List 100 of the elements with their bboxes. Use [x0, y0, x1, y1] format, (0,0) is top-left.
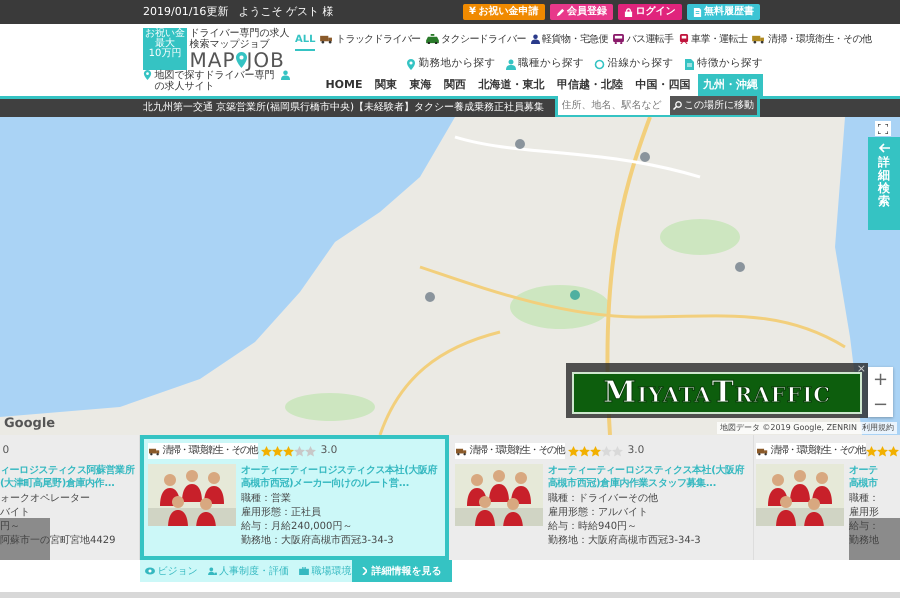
job-detail: 職種： — [849, 492, 879, 506]
star-icon — [590, 446, 601, 456]
search-link[interactable]: 特徴から探す — [684, 54, 763, 74]
star-icon — [304, 446, 316, 456]
job-detail: 給与： — [849, 520, 879, 534]
search-icon — [672, 101, 682, 110]
search-link[interactable]: 沿線から探す — [594, 54, 674, 74]
job-detail: ォークオペレーター — [0, 492, 91, 506]
badge-text: 最大 — [155, 39, 175, 49]
region-tab[interactable]: 甲信越・北陸 — [552, 74, 628, 96]
job-detail: 雇用形 — [849, 506, 879, 520]
badge-text: 10万円 — [148, 49, 182, 59]
star-icon — [294, 446, 305, 456]
chevron-icon — [362, 567, 366, 575]
star-icon — [260, 446, 272, 456]
logo-subtitle: 地図で探すドライバー専門の求人サイト — [154, 70, 274, 92]
rating-value: 3.0 — [320, 443, 338, 458]
job-detail: 勤務地：大阪府高槻市西冠3-34-3 — [548, 534, 702, 548]
category-link[interactable]: 車掌・運転士 — [678, 32, 748, 50]
star-icon — [272, 446, 283, 456]
person-icon — [530, 34, 540, 44]
ad-banner[interactable]: MiyataTraffic — [572, 372, 862, 414]
job-detail: 勤務地 — [849, 534, 879, 548]
job-detail: 勤務地：大阪府高槻市西冠3-34-3 — [241, 534, 395, 548]
category-link[interactable]: トラックドライバー — [320, 32, 421, 50]
person-icon — [281, 70, 290, 80]
zoom-in-button[interactable]: + — [868, 367, 893, 392]
car-icon — [426, 34, 439, 44]
star-icon — [600, 446, 612, 456]
loop-icon — [594, 58, 605, 70]
category-link[interactable]: バス運転手 — [613, 32, 674, 50]
logo-tagline: ドライバー専門の求人検索マップジョブ — [190, 28, 290, 50]
truck-icon — [757, 446, 768, 456]
search-link[interactable]: 職種から探す — [506, 54, 584, 74]
pin-icon — [236, 52, 246, 68]
category-link[interactable]: タクシードライバー — [426, 32, 526, 50]
login-button[interactable]: ログイン — [618, 4, 682, 20]
region-tab[interactable]: 中国・四国 — [630, 74, 696, 96]
register-button[interactable]: 会員登録 — [550, 4, 613, 20]
document-icon — [684, 58, 694, 70]
fullscreen-button[interactable] — [875, 121, 891, 136]
job-detail: 雇用形態：正社員 — [241, 506, 322, 520]
fullscreen-icon — [878, 124, 888, 134]
briefcase-icon — [299, 567, 309, 575]
zoom-out-button[interactable]: − — [868, 392, 893, 417]
truck-icon — [456, 446, 467, 456]
star-icon — [282, 446, 294, 456]
rating-value: 3.0 — [628, 443, 644, 458]
location-search-field[interactable]: 住所、地名、駅名など この場所に移動 — [554, 96, 760, 118]
map-logo: Google — [4, 414, 56, 432]
job-detail: 職種：営業 — [241, 492, 292, 506]
close-button[interactable]: × — [856, 363, 866, 374]
region-tab[interactable]: 関西 — [439, 74, 471, 96]
carousel-prev-button[interactable] — [0, 518, 50, 560]
star-icon — [568, 446, 579, 456]
category-link[interactable]: 軽貨物・宅急便 — [530, 32, 608, 50]
person-icon — [506, 58, 516, 70]
lock-icon — [624, 8, 633, 16]
category-label: 清掃・環境衛生・その他 — [770, 445, 866, 457]
truck-icon — [320, 34, 334, 44]
job-card[interactable]: 清掃・環境衛生・その他 オーテ 高槻市 職種： 雇用形 給与： 勤務地 — [754, 435, 900, 560]
rating-value: 0 — [2, 443, 10, 458]
map-attribution: 地図データ ©2019 Google, ZENRIN — [720, 422, 857, 434]
pencil-icon — [556, 8, 564, 16]
logo-wordmark: JOB — [246, 50, 285, 70]
job-detail: 円～ — [0, 520, 21, 534]
star-icon — [578, 446, 590, 456]
job-detail: 給与：月給240,000円～ — [241, 520, 354, 534]
category-label: 清掃・環境衛生・その他 — [162, 445, 258, 457]
job-card[interactable]: 清掃・環境衛生・その他 3.0 オーティーティーロジスティクス本社(大阪府 高槻市西冠)メーカー向けのルート営... 職種：営業 雇用形態：正社員 給与：月給240,000円～ 勤務地：大阪府高槻市西冠3-34-3 — [140, 435, 449, 560]
update-date: 2019/01/16更新 — [143, 4, 228, 20]
bus-icon — [613, 34, 624, 44]
job-title: 北九州第一交通 京築営業所(福岡県行橋市中央)【未経験者】タクシー養成乗務正社員募集 — [143, 100, 544, 115]
category-label: 清掃・環境衛生・その他 — [470, 445, 564, 457]
detail-search-label: 詳細検索 — [878, 156, 890, 208]
job-detail: 職種：ドライバーその他 — [548, 492, 659, 506]
document-icon — [692, 8, 702, 16]
carousel-next-button[interactable] — [849, 518, 900, 560]
category-link[interactable]: 清掃・環境衛生・その他 — [752, 32, 872, 50]
job-detail: 雇用形態：アルバイト — [548, 506, 649, 520]
eye-icon — [145, 567, 155, 575]
job-detail: 給与：時給940円～ — [548, 520, 638, 534]
logo-wordmark: MAP — [190, 50, 236, 70]
terms-link[interactable]: 利用規約 — [862, 422, 894, 434]
yen-icon: ¥ — [469, 5, 476, 19]
region-tab[interactable]: 北海道・東北 — [474, 74, 550, 96]
job-detail: 阿蘇市一の宮町宮地4429 — [0, 534, 116, 548]
pin-icon — [406, 58, 416, 70]
badge-text: お祝い金 — [145, 29, 185, 39]
search-link[interactable]: 勤務地から探す — [406, 54, 496, 74]
region-tab[interactable]: HOME — [320, 74, 368, 96]
job-card[interactable]: 清掃・環境衛生・その他 3.0 オーティーティーロジスティクス本社(大阪府 高槻市西冠)倉庫内作業スタッフ募集... 職種：ドライバーその他 雇用形態：アルバイト 給与：時給940円～ 勤務地：大阪府高槻市西冠3-34-3 — [449, 435, 754, 560]
region-tab[interactable]: 関東 — [370, 74, 402, 96]
move-here-button[interactable]: この場所に移動 — [670, 96, 757, 115]
star-icon — [877, 446, 888, 456]
star-icon — [888, 446, 900, 456]
left-arrow-icon — [878, 143, 890, 153]
job-detail: バイト — [0, 506, 31, 520]
region-tab[interactable]: 東海 — [404, 74, 436, 96]
train-icon — [678, 34, 689, 44]
